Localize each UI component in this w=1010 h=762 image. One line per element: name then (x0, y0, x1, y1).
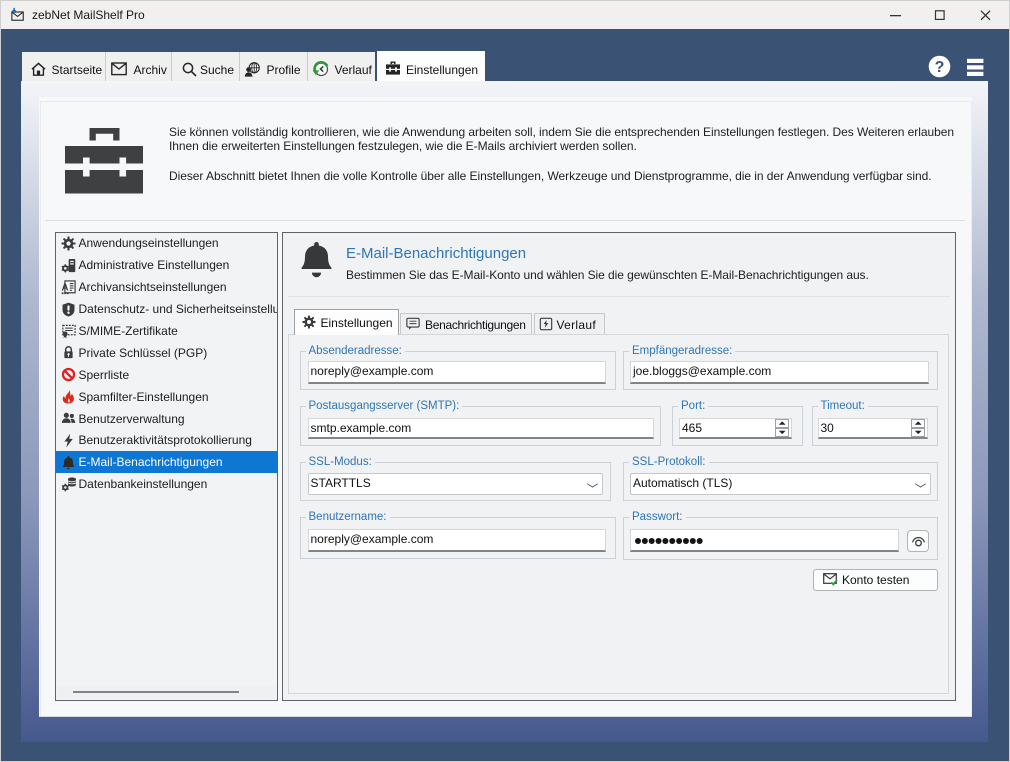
svg-text:?: ? (935, 59, 945, 76)
svg-text:A: A (61, 282, 68, 293)
